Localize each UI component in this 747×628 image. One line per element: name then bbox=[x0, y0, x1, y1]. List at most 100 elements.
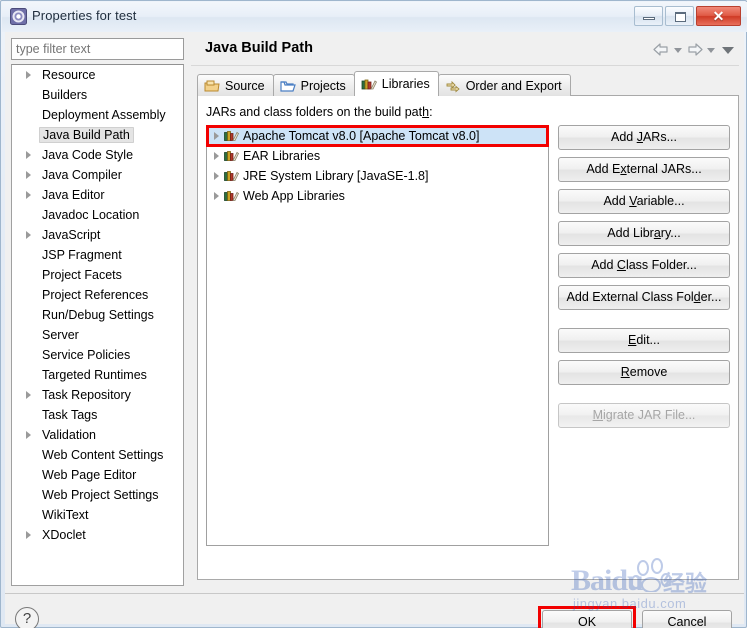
sidebar-item-service-policies[interactable]: Service Policies bbox=[12, 345, 183, 365]
window-frame: Properties for test ✕ Resource Builders De… bbox=[0, 0, 747, 628]
sidebar-item-label: JSP Fragment bbox=[42, 248, 122, 262]
sidebar-item-run-debug-settings[interactable]: Run/Debug Settings bbox=[12, 305, 183, 325]
sidebar-item-javascript[interactable]: JavaScript bbox=[12, 225, 183, 245]
help-button[interactable]: ? bbox=[15, 607, 39, 628]
library-icon bbox=[224, 129, 240, 143]
expand-triangle-icon[interactable] bbox=[26, 151, 31, 159]
library-list-item[interactable]: JRE System Library [JavaSE-1.8] bbox=[207, 166, 548, 186]
button-label-mnemonic: M bbox=[592, 408, 604, 422]
cancel-button[interactable]: Cancel bbox=[642, 610, 732, 628]
settings-tree[interactable]: Resource Builders Deployment Assembly Java … bbox=[11, 64, 184, 586]
expand-triangle-icon[interactable] bbox=[214, 132, 219, 140]
sidebar-item-web-content-settings[interactable]: Web Content Settings bbox=[12, 445, 183, 465]
expand-triangle-icon[interactable] bbox=[214, 152, 219, 160]
sidebar-item-server[interactable]: Server bbox=[12, 325, 183, 345]
sidebar-item-label: Java Code Style bbox=[42, 148, 134, 162]
back-dropdown-chevron-down-icon[interactable] bbox=[674, 48, 682, 53]
add-class-folder-button[interactable]: Add Class Folder... bbox=[558, 253, 730, 278]
page-title: Java Build Path bbox=[205, 40, 313, 56]
sidebar-item-validation[interactable]: Validation bbox=[12, 425, 183, 445]
sidebar-item-javadoc-location[interactable]: Javadoc Location bbox=[12, 205, 183, 225]
sidebar-item-task-repository[interactable]: Task Repository bbox=[12, 385, 183, 405]
expand-triangle-icon[interactable] bbox=[214, 172, 219, 180]
tab-projects[interactable]: Projects bbox=[272, 74, 355, 96]
tab-order-and-export[interactable]: Order and Export bbox=[437, 74, 571, 96]
sidebar-item-java-code-style[interactable]: Java Code Style bbox=[12, 145, 183, 165]
tab-libraries[interactable]: Libraries bbox=[353, 71, 439, 96]
filter-input[interactable] bbox=[11, 38, 184, 60]
sidebar-item-xdoclet[interactable]: XDoclet bbox=[12, 525, 183, 545]
expand-triangle-icon[interactable] bbox=[26, 171, 31, 179]
library-list-item-label: EAR Libraries bbox=[243, 149, 321, 163]
expand-triangle-icon[interactable] bbox=[26, 231, 31, 239]
sidebar-item-web-page-editor[interactable]: Web Page Editor bbox=[12, 465, 183, 485]
list-label: JARs and class folders on the build path… bbox=[206, 105, 433, 119]
sidebar-item-resource[interactable]: Resource bbox=[12, 65, 183, 85]
minimize-icon bbox=[643, 17, 655, 20]
expand-triangle-icon[interactable] bbox=[26, 191, 31, 199]
library-icon bbox=[224, 169, 240, 183]
sidebar-item-java-editor[interactable]: Java Editor bbox=[12, 185, 183, 205]
sidebar-item-jsp-fragment[interactable]: JSP Fragment bbox=[12, 245, 183, 265]
expand-triangle-icon[interactable] bbox=[26, 391, 31, 399]
library-list-item[interactable]: Web App Libraries bbox=[207, 186, 548, 206]
sidebar-item-label: XDoclet bbox=[42, 528, 86, 542]
sidebar-item-java-compiler[interactable]: Java Compiler bbox=[12, 165, 183, 185]
expand-triangle-icon[interactable] bbox=[214, 192, 219, 200]
add-variable-button[interactable]: Add Variable... bbox=[558, 189, 730, 214]
migrate-jar-file-button: Migrate JAR File... bbox=[558, 403, 730, 428]
library-icon bbox=[224, 189, 240, 203]
expand-triangle-icon[interactable] bbox=[26, 71, 31, 79]
button-label-post: ry... bbox=[660, 226, 681, 240]
page-content: Java Build Path Source Projects Librarie… bbox=[191, 32, 744, 592]
expand-triangle-icon[interactable] bbox=[26, 531, 31, 539]
sidebar-item-java-build-path[interactable]: Java Build Path bbox=[12, 125, 183, 145]
button-label-post: igrate JAR File... bbox=[603, 408, 696, 422]
page-menu-chevron-down-icon[interactable] bbox=[722, 47, 734, 54]
tab-source[interactable]: Source bbox=[197, 74, 274, 96]
button-label-mnemonic: C bbox=[616, 258, 626, 272]
forward-arrow-icon[interactable] bbox=[685, 41, 704, 58]
order-export-icon bbox=[445, 79, 461, 93]
ok-button[interactable]: OK bbox=[542, 610, 632, 628]
add-jars-button[interactable]: Add JARs... bbox=[558, 125, 730, 150]
window-title: Properties for test bbox=[32, 8, 137, 23]
tab-label: Order and Export bbox=[465, 78, 562, 93]
sidebar-item-builders[interactable]: Builders bbox=[12, 85, 183, 105]
close-icon: ✕ bbox=[712, 8, 725, 24]
sidebar-item-project-facets[interactable]: Project Facets bbox=[12, 265, 183, 285]
libraries-books-icon bbox=[361, 77, 377, 91]
edit-button[interactable]: Edit... bbox=[558, 328, 730, 353]
sidebar-item-targeted-runtimes[interactable]: Targeted Runtimes bbox=[12, 365, 183, 385]
sidebar-item-deployment-assembly[interactable]: Deployment Assembly bbox=[12, 105, 183, 125]
sidebar-item-web-project-settings[interactable]: Web Project Settings bbox=[12, 485, 183, 505]
button-label-post: ariable... bbox=[636, 194, 685, 208]
sidebar-item-wikitext[interactable]: WikiText bbox=[12, 505, 183, 525]
minimize-button[interactable] bbox=[634, 6, 663, 26]
sidebar-item-task-tags[interactable]: Task Tags bbox=[12, 405, 183, 425]
remove-button[interactable]: Remove bbox=[558, 360, 730, 385]
back-arrow-icon[interactable] bbox=[652, 41, 671, 58]
library-list-item[interactable]: EAR Libraries bbox=[207, 146, 548, 166]
sidebar-item-label: JavaScript bbox=[42, 228, 101, 242]
dialog-client-area: Resource Builders Deployment Assembly Java … bbox=[5, 32, 744, 628]
add-external-class-folder-button[interactable]: Add External Class Folder... bbox=[558, 285, 730, 310]
button-label-post: er... bbox=[700, 290, 722, 304]
expand-triangle-icon[interactable] bbox=[26, 431, 31, 439]
sidebar-item-label: Java Compiler bbox=[42, 168, 122, 182]
add-external-jars-button[interactable]: Add External JARs... bbox=[558, 157, 730, 182]
close-button[interactable]: ✕ bbox=[696, 6, 741, 26]
maximize-button[interactable] bbox=[665, 6, 694, 26]
sidebar-item-project-references[interactable]: Project References bbox=[12, 285, 183, 305]
forward-dropdown-chevron-down-icon[interactable] bbox=[707, 48, 715, 53]
sidebar-item-label: Javadoc Location bbox=[42, 208, 140, 222]
properties-gear-icon bbox=[10, 8, 27, 25]
library-list-item[interactable]: Apache Tomcat v8.0 [Apache Tomcat v8.0] bbox=[207, 126, 548, 146]
libraries-tab-panel: JARs and class folders on the build path… bbox=[197, 95, 739, 580]
button-label-post: ARs... bbox=[642, 130, 677, 144]
button-label-pre: Add bbox=[603, 194, 630, 208]
title-divider bbox=[191, 65, 739, 66]
button-label-mnemonic: d bbox=[693, 290, 701, 304]
libraries-list[interactable]: Apache Tomcat v8.0 [Apache Tomcat v8.0] E… bbox=[206, 125, 549, 546]
add-library-button[interactable]: Add Library... bbox=[558, 221, 730, 246]
